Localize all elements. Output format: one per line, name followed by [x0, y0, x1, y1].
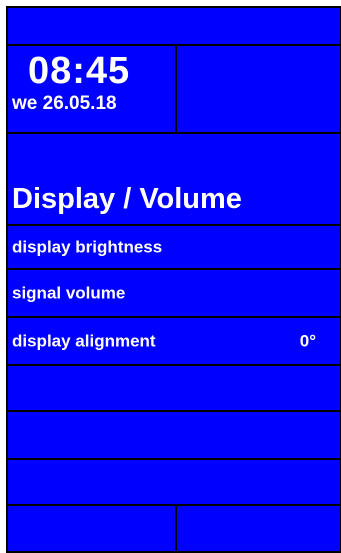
menu-item-label: signal volume [12, 283, 126, 303]
empty-row-2[interactable] [6, 410, 341, 460]
empty-row-1[interactable] [6, 364, 341, 412]
top-right-panel[interactable] [175, 44, 341, 134]
menu-item-value: 0° [299, 331, 316, 351]
clock-panel: 08:45 we 26.05.18 [6, 44, 177, 134]
device-screen: 08:45 we 26.05.18 Display / Volume displ… [0, 0, 341, 553]
empty-row-3[interactable] [6, 458, 341, 506]
top-bar [6, 6, 341, 46]
clock-time: 08:45 [28, 50, 131, 92]
menu-item-display-brightness[interactable]: display brightness [6, 224, 341, 270]
menu-item-display-alignment[interactable]: display alignment 0° [6, 316, 341, 366]
section-header: Display / Volume [6, 132, 341, 226]
clock-date: we 26.05.18 [12, 93, 117, 114]
menu-item-label: display alignment [12, 331, 156, 351]
menu-item-signal-volume[interactable]: signal volume [6, 268, 341, 318]
bottom-left-button[interactable] [6, 504, 177, 553]
page-title: Display / Volume [12, 183, 242, 215]
menu-item-label: display brightness [12, 237, 163, 257]
bottom-right-button[interactable] [175, 504, 341, 553]
